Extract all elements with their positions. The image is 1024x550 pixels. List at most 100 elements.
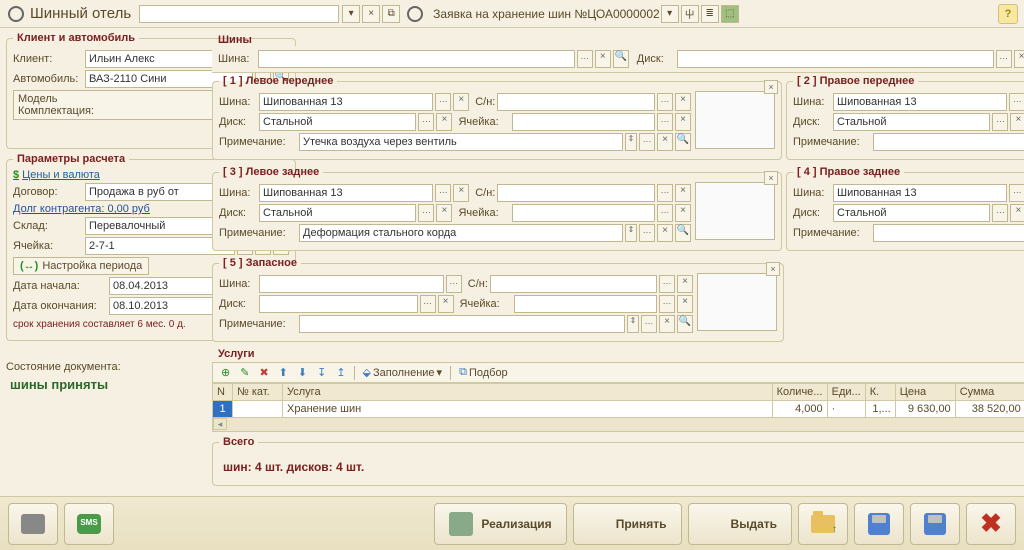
w-tire-clear-icon[interactable]: × [453, 184, 469, 202]
col-qty[interactable]: Количе... [772, 384, 827, 401]
realize-button[interactable]: Реализация [434, 503, 566, 545]
w-cell-dots-icon[interactable]: … [659, 295, 675, 313]
w-tire-clear-icon[interactable]: × [453, 93, 469, 111]
sms-button[interactable]: SMS [64, 503, 114, 545]
w-disk-clear-icon[interactable]: × [1010, 113, 1024, 131]
w-disk-input[interactable] [259, 113, 416, 131]
w-disk-clear-icon[interactable]: × [1010, 204, 1024, 222]
w-tire-dots-icon[interactable]: … [435, 184, 451, 202]
w-disk-input[interactable] [259, 204, 416, 222]
w-note-spin-icon[interactable]: ⇕ [625, 224, 637, 242]
w-disk-input[interactable] [833, 204, 990, 222]
cell-k[interactable]: 1,... [865, 401, 895, 418]
svc-up-icon[interactable]: ⬆ [275, 365, 292, 380]
issue-button[interactable]: Выдать [688, 503, 792, 545]
common-tire-clear-icon[interactable]: × [595, 50, 611, 68]
w-tire-input[interactable] [259, 93, 433, 111]
w-note-clear-icon[interactable]: × [657, 224, 673, 242]
w-sn-dots-icon[interactable]: … [657, 93, 673, 111]
titlebar-clear-icon[interactable]: × [362, 5, 380, 23]
cell-unit[interactable]: · [827, 401, 865, 418]
w-sn-dots-icon[interactable]: … [657, 184, 673, 202]
wheel-close-icon[interactable]: × [764, 171, 778, 185]
accept-button[interactable]: Принять [573, 503, 682, 545]
svc-edit-icon[interactable]: ✎ [236, 365, 253, 380]
w-note-input[interactable] [299, 224, 623, 242]
w-disk-clear-icon[interactable]: × [436, 113, 452, 131]
w-note-spin-icon[interactable]: ⇕ [625, 133, 637, 151]
w-disk-input[interactable] [259, 295, 418, 313]
w-note-input[interactable] [873, 224, 1024, 242]
col-unit[interactable]: Еди... [827, 384, 865, 401]
w-sn-clear-icon[interactable]: × [675, 93, 691, 111]
svc-pick-button[interactable]: ⧉ Подбор [455, 365, 512, 380]
w-sn-dots-icon[interactable]: … [659, 275, 675, 293]
wheel-close-icon[interactable]: × [764, 80, 778, 94]
col-n[interactable]: N [213, 384, 233, 401]
w-tire-input[interactable] [833, 184, 1007, 202]
w-note-dots-icon[interactable]: … [639, 224, 655, 242]
help-button[interactable]: ? [998, 4, 1018, 24]
w-sn-clear-icon[interactable]: × [677, 275, 693, 293]
common-tire-input[interactable] [258, 50, 575, 68]
svc-fill-button[interactable]: ⬙ Заполнение ▾ [359, 365, 447, 380]
common-disk-clear-icon[interactable]: × [1014, 50, 1024, 68]
col-k[interactable]: К. [865, 384, 895, 401]
w-note-input[interactable] [873, 133, 1024, 151]
w-tire-input[interactable] [259, 184, 433, 202]
table-row[interactable]: 1 Хранение шин 4,000 · 1,... 9 630,00 38… [213, 401, 1024, 418]
titlebar-tree-icon[interactable]: ⼬ [681, 5, 699, 23]
svc-sort-icon[interactable]: ↧ [313, 365, 330, 380]
w-note-search-icon[interactable]: 🔍 [675, 224, 691, 242]
wheel-photo[interactable] [695, 182, 775, 240]
w-tire-input[interactable] [259, 275, 444, 293]
w-disk-dots-icon[interactable]: … [992, 113, 1008, 131]
w-sn-input[interactable] [497, 93, 655, 111]
w-tire-input[interactable] [833, 93, 1007, 111]
print-button[interactable] [8, 503, 58, 545]
w-note-dots-icon[interactable]: … [641, 315, 657, 333]
common-disk-dots-icon[interactable]: … [996, 50, 1012, 68]
cell-n[interactable]: 1 [213, 401, 233, 418]
table-scrollbar[interactable]: ◂ ▸ [212, 418, 1024, 432]
svc-down-icon[interactable]: ⬇ [294, 365, 311, 380]
w-tire-dots-icon[interactable]: … [435, 93, 451, 111]
services-table[interactable]: N № кат. Услуга Количе... Еди... К. Цена… [212, 383, 1024, 418]
w-cell-input[interactable] [512, 204, 655, 222]
common-tire-dots-icon[interactable]: … [577, 50, 593, 68]
w-note-dots-icon[interactable]: … [639, 133, 655, 151]
titlebar-dropdown-icon[interactable]: ▾ [342, 5, 360, 23]
common-disk-input[interactable] [677, 50, 994, 68]
save-button[interactable] [910, 503, 960, 545]
svc-del-icon[interactable]: ✖ [255, 365, 272, 380]
wheel-photo[interactable] [695, 91, 775, 149]
w-disk-input[interactable] [833, 113, 990, 131]
w-disk-clear-icon[interactable]: × [436, 204, 452, 222]
titlebar-misc-icon[interactable]: ⬚ [721, 5, 739, 23]
w-note-search-icon[interactable]: 🔍 [677, 315, 693, 333]
w-tire-dots-icon[interactable]: … [446, 275, 462, 293]
svc-add-icon[interactable]: ⊕ [217, 365, 234, 380]
w-disk-dots-icon[interactable]: … [418, 113, 434, 131]
wheel-photo[interactable] [697, 273, 777, 331]
w-cell-clear-icon[interactable]: × [675, 113, 691, 131]
w-sn-input[interactable] [497, 184, 655, 202]
w-disk-dots-icon[interactable]: … [420, 295, 436, 313]
close-button[interactable]: ✖ [966, 503, 1016, 545]
cell-cat[interactable] [233, 401, 283, 418]
w-tire-dots-icon[interactable]: … [1009, 93, 1024, 111]
w-note-input[interactable] [299, 133, 623, 151]
save-as-button[interactable] [854, 503, 904, 545]
w-tire-dots-icon[interactable]: … [1009, 184, 1024, 202]
svc-sort2-icon[interactable]: ↥ [332, 365, 349, 380]
col-sum[interactable]: Сумма [955, 384, 1024, 401]
debt-link[interactable]: Долг контрагента: 0,00 руб [13, 203, 150, 215]
w-cell-dots-icon[interactable]: … [657, 113, 673, 131]
w-cell-clear-icon[interactable]: × [675, 204, 691, 222]
col-cat[interactable]: № кат. [233, 384, 283, 401]
w-note-input[interactable] [299, 315, 625, 333]
w-disk-dots-icon[interactable]: … [992, 204, 1008, 222]
cell-price[interactable]: 9 630,00 [895, 401, 955, 418]
w-cell-input[interactable] [512, 113, 655, 131]
scroll-left-icon[interactable]: ◂ [213, 418, 227, 430]
